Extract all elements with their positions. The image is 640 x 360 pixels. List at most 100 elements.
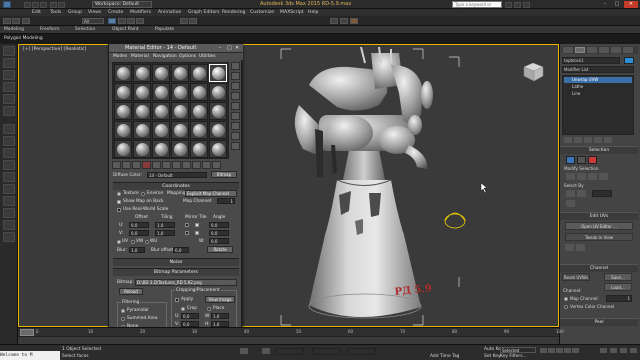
sample-slot[interactable] (133, 64, 151, 82)
get-material-icon[interactable] (112, 161, 121, 169)
vertex-color-channel-radio[interactable] (564, 305, 568, 309)
tab-populate[interactable]: Populate (155, 26, 174, 34)
noise-rollout-header[interactable]: Noise (113, 258, 239, 266)
sample-slot[interactable] (133, 140, 151, 158)
pin-stack-icon[interactable] (564, 137, 572, 143)
motion-tab-icon[interactable] (599, 47, 609, 53)
ring-selection-icon[interactable] (599, 173, 608, 180)
show-end-result-icon[interactable] (192, 161, 201, 169)
mapping-dropdown[interactable]: Explicit Map Channel (185, 190, 237, 197)
material-name-field[interactable]: 14 - Default (147, 172, 207, 178)
hierarchy-icon[interactable] (3, 70, 15, 80)
maxscript-listener[interactable]: Welcome to M (0, 351, 60, 360)
search-input[interactable]: Type a keyword or phrase (452, 1, 502, 13)
mat-menu-material[interactable]: Material (131, 53, 149, 60)
angle-snap-icon[interactable] (189, 18, 197, 24)
track-bar[interactable] (18, 336, 559, 344)
modify-icon[interactable] (3, 58, 15, 68)
sample-slot[interactable] (209, 64, 227, 82)
map-channel-input[interactable]: 1 (217, 198, 235, 204)
box-icon[interactable] (3, 172, 15, 182)
u-angle-input[interactable]: 0,0 (209, 222, 229, 228)
utilities-icon[interactable] (3, 106, 15, 116)
menu-group[interactable]: Group (68, 9, 82, 16)
channel-value-input[interactable]: 1 (606, 295, 632, 302)
menu-create[interactable]: Create (108, 9, 123, 16)
light-icon[interactable] (3, 160, 15, 170)
menu-maxscript[interactable]: MAXScript (280, 9, 304, 16)
snap-icon[interactable] (180, 18, 188, 24)
absolute-mode-icon[interactable] (262, 348, 270, 354)
make-preview-icon[interactable] (231, 112, 240, 120)
sample-slot[interactable] (114, 83, 132, 101)
x-coord-input[interactable] (276, 348, 304, 355)
menu-graph-editors[interactable]: Graph Editors (188, 9, 220, 16)
binoculars-icon[interactable] (505, 1, 512, 8)
scale-icon[interactable] (136, 18, 144, 24)
tab-object-paint[interactable]: Object Paint (112, 26, 139, 34)
menu-edit[interactable]: Edit (32, 9, 41, 16)
vw-radio[interactable] (131, 240, 135, 244)
time-slider[interactable] (20, 329, 34, 336)
crop-radio[interactable] (181, 307, 185, 311)
undo-toolbar-icon[interactable] (3, 18, 11, 24)
new-file-icon[interactable] (24, 1, 31, 8)
stack-item-line[interactable]: Line (564, 91, 632, 97)
reset-map-icon[interactable] (142, 161, 151, 169)
save-file-icon[interactable] (40, 1, 47, 8)
material-editor-maximize[interactable]: □ (227, 44, 232, 53)
go-to-start-icon[interactable] (540, 348, 547, 353)
blur-offset-input[interactable]: 0,0 (173, 247, 189, 253)
show-shaded-icon[interactable] (182, 161, 191, 169)
redo-icon[interactable] (58, 1, 65, 8)
sample-slot[interactable] (152, 121, 170, 139)
v-angle-input[interactable]: 0,0 (209, 230, 229, 236)
menu-views[interactable]: Views (88, 9, 101, 16)
sample-slot[interactable] (190, 140, 208, 158)
selected-dropdown[interactable]: Selected (500, 347, 536, 353)
create-icon[interactable] (3, 46, 15, 56)
help-icon[interactable] (523, 1, 530, 8)
channel-rollout-header[interactable]: Channel (560, 264, 638, 272)
paint-select-icon[interactable] (3, 136, 15, 146)
close-button[interactable]: ✕ (624, 1, 638, 8)
select-polygon-icon[interactable] (588, 156, 597, 164)
hierarchy-tab-icon[interactable] (587, 47, 597, 53)
material-editor-close[interactable]: ✕ (235, 44, 239, 53)
space-warp-icon[interactable] (3, 220, 15, 230)
link-icon[interactable] (22, 18, 30, 24)
bitmap-type-button[interactable]: Bitmap (211, 171, 237, 178)
edit-uvs-rollout-header[interactable]: Edit UVs (560, 212, 638, 220)
render-setup-icon[interactable] (340, 18, 348, 24)
menu-animation[interactable]: Animation (158, 9, 181, 16)
tab-freeform[interactable]: Freeform (40, 26, 60, 34)
select-by-angle-icon[interactable] (577, 190, 586, 197)
sample-slot[interactable] (171, 83, 189, 101)
redo-toolbar-icon[interactable] (12, 18, 20, 24)
select-by-material-icon[interactable] (231, 132, 240, 140)
material-id-icon[interactable] (172, 161, 181, 169)
sample-slot[interactable] (171, 121, 189, 139)
put-to-scene-icon[interactable] (122, 161, 131, 169)
loop-selection-icon[interactable] (588, 173, 597, 180)
u-offset-input[interactable]: 0,0 (129, 222, 149, 228)
uv-radio[interactable] (117, 240, 121, 244)
orbit-icon[interactable] (620, 348, 627, 353)
helper-icon[interactable] (3, 208, 15, 218)
sample-slot[interactable] (133, 102, 151, 120)
add-time-tag-button[interactable]: Add Time Tag (430, 354, 459, 359)
menu-rendering[interactable]: Rendering (222, 9, 245, 16)
view-image-button[interactable]: View Image (205, 296, 235, 303)
quick-planar-axis-icon[interactable] (576, 244, 585, 251)
backlight-icon[interactable] (231, 72, 240, 80)
select-object-icon[interactable] (108, 18, 116, 24)
material-editor-window[interactable]: Material Editor - 14 - Default – □ ✕ Mod… (108, 43, 243, 339)
material-editor-icon[interactable] (330, 18, 338, 24)
play-icon[interactable] (556, 348, 563, 353)
ignore-backfacing-icon[interactable] (566, 200, 575, 207)
mat-menu-modes[interactable]: Modes (113, 53, 127, 60)
sample-slot[interactable] (171, 140, 189, 158)
undo-icon[interactable] (50, 1, 57, 8)
rotate-icon[interactable] (127, 18, 135, 24)
show-end-result-stack-icon[interactable] (574, 137, 582, 143)
